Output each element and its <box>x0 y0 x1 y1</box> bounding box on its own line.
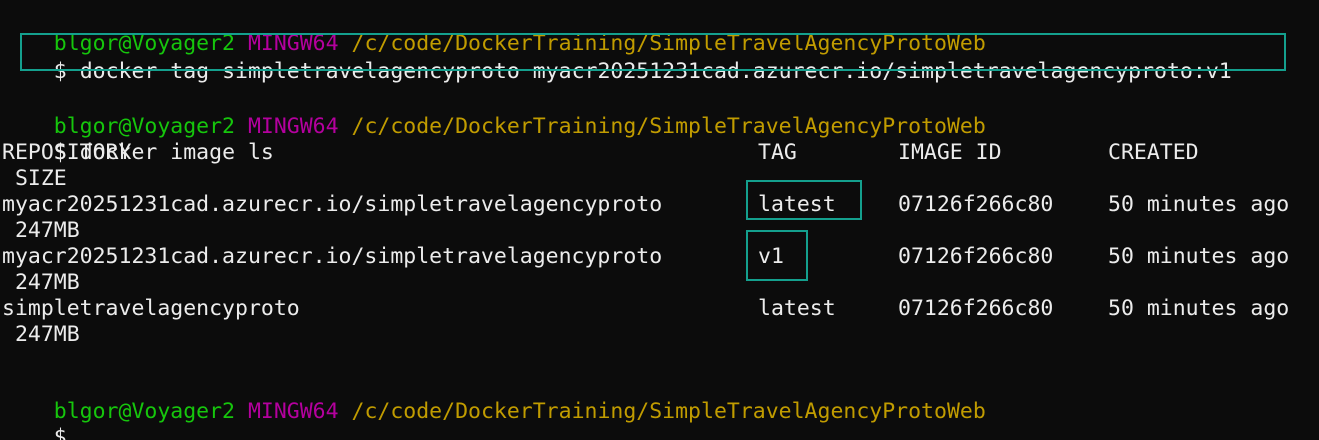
row-size: 247MB <box>14 218 80 243</box>
prompt-line-2: blgor@Voyager2 MINGW64 /c/code/DockerTra… <box>2 88 986 139</box>
prompt-path: /c/code/DockerTraining/SimpleTravelAgenc… <box>351 114 986 139</box>
prompt-path: /c/code/DockerTraining/SimpleTravelAgenc… <box>351 399 986 424</box>
prompt-line-1: blgor@Voyager2 MINGW64 /c/code/DockerTra… <box>2 5 986 56</box>
prompt-user-host: blgor@Voyager2 <box>53 399 235 424</box>
row-repository: simpletravelagencyproto <box>2 296 300 321</box>
table-header: REPOSITORY TAG IMAGE ID CREATED <box>2 140 1319 166</box>
row-tag: latest <box>758 296 836 321</box>
row-image-id: 07126f266c80 <box>898 244 1054 269</box>
row-repository: myacr20251231cad.azurecr.io/simpletravel… <box>2 244 663 269</box>
prompt-line-3: blgor@Voyager2 MINGW64 /c/code/DockerTra… <box>2 373 986 424</box>
header-repository: REPOSITORY <box>2 140 132 165</box>
row-created: 50 minutes ago <box>1108 296 1290 321</box>
header-created: CREATED <box>1108 140 1199 165</box>
header-size: SIZE <box>14 166 67 191</box>
table-row: myacr20251231cad.azurecr.io/simpletravel… <box>2 244 1319 270</box>
table-header-wrap: SIZE <box>2 166 67 192</box>
row-created: 50 minutes ago <box>1108 244 1290 269</box>
row-image-id: 07126f266c80 <box>898 296 1054 321</box>
table-row: myacr20251231cad.azurecr.io/simpletravel… <box>2 192 1319 218</box>
command-line-2: $ docker image ls <box>2 114 274 165</box>
prompt-symbol: $ <box>53 425 67 440</box>
command-line-3[interactable]: $ <box>2 399 67 440</box>
table-row: simpletravelagencyproto latest 07126f266… <box>2 296 1319 322</box>
row-created: 50 minutes ago <box>1108 192 1290 217</box>
table-row-wrap: 247MB <box>2 322 80 348</box>
v1-tag-highlight-box <box>746 230 808 281</box>
header-tag: TAG <box>758 140 797 165</box>
row-size: 247MB <box>14 322 80 347</box>
row-size: 247MB <box>14 270 80 295</box>
tag-command-highlight-box <box>20 33 1286 71</box>
terminal-window[interactable]: blgor@Voyager2 MINGW64 /c/code/DockerTra… <box>0 0 1319 440</box>
header-image-id: IMAGE ID <box>898 140 1002 165</box>
latest-tag-highlight-box <box>746 180 862 220</box>
table-row-wrap: 247MB <box>2 270 80 296</box>
row-image-id: 07126f266c80 <box>898 192 1054 217</box>
row-repository: myacr20251231cad.azurecr.io/simpletravel… <box>2 192 663 217</box>
table-row-wrap: 247MB <box>2 218 80 244</box>
prompt-shell: MINGW64 <box>247 399 339 424</box>
